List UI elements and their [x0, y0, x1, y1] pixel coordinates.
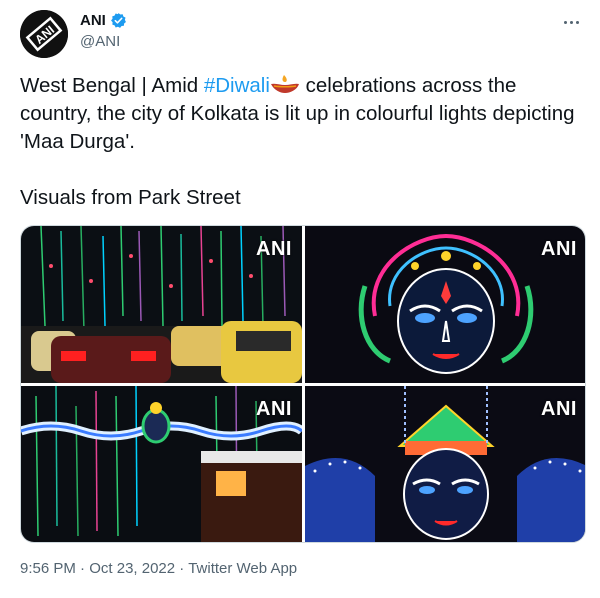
media-grid: ANI ANI ANI ANI [20, 225, 586, 543]
tweet: ANI ANI @ANI West Bengal | Amid #Diwali … [0, 0, 600, 598]
maa-durga-lights-closeup-photo[interactable]: ANI [305, 226, 585, 383]
author-handle[interactable]: @ANI [80, 33, 120, 50]
tweet-time[interactable]: 9:56 PM [20, 560, 76, 577]
street-lights-traffic-photo[interactable]: ANI [21, 226, 302, 383]
avatar[interactable]: ANI [20, 10, 68, 58]
ani-watermark: ANI [541, 398, 577, 420]
tweet-text-prefix: West Bengal | Amid [20, 74, 204, 97]
diya-lamp-icon [270, 75, 299, 93]
ani-watermark: ANI [256, 238, 292, 260]
tweet-meta: 9:56 PM · Oct 23, 2022 · Twitter Web App [20, 560, 297, 577]
author-name-row: ANI [80, 12, 127, 29]
hashtag-link[interactable]: #Diwali [204, 74, 270, 97]
tweet-date[interactable]: Oct 23, 2022 [89, 560, 175, 577]
meta-separator: · [175, 560, 189, 577]
street-lights-durga-photo[interactable]: ANI [21, 386, 302, 542]
tweet-paragraph: West Bengal | Amid #Diwali celebrations … [20, 72, 585, 156]
tweet-text: West Bengal | Amid #Diwali celebrations … [20, 72, 585, 212]
durga-lights-wide-photo[interactable]: ANI [305, 386, 585, 542]
ani-watermark: ANI [541, 238, 577, 260]
verified-badge-icon [110, 13, 126, 28]
meta-separator: · [75, 560, 90, 577]
author-display-name[interactable]: ANI [80, 12, 106, 29]
more-options-icon[interactable] [560, 14, 582, 30]
tweet-visuals-line: Visuals from Park Street [20, 186, 241, 209]
tweet-source[interactable]: Twitter Web App [188, 560, 297, 577]
ani-watermark: ANI [256, 398, 292, 420]
